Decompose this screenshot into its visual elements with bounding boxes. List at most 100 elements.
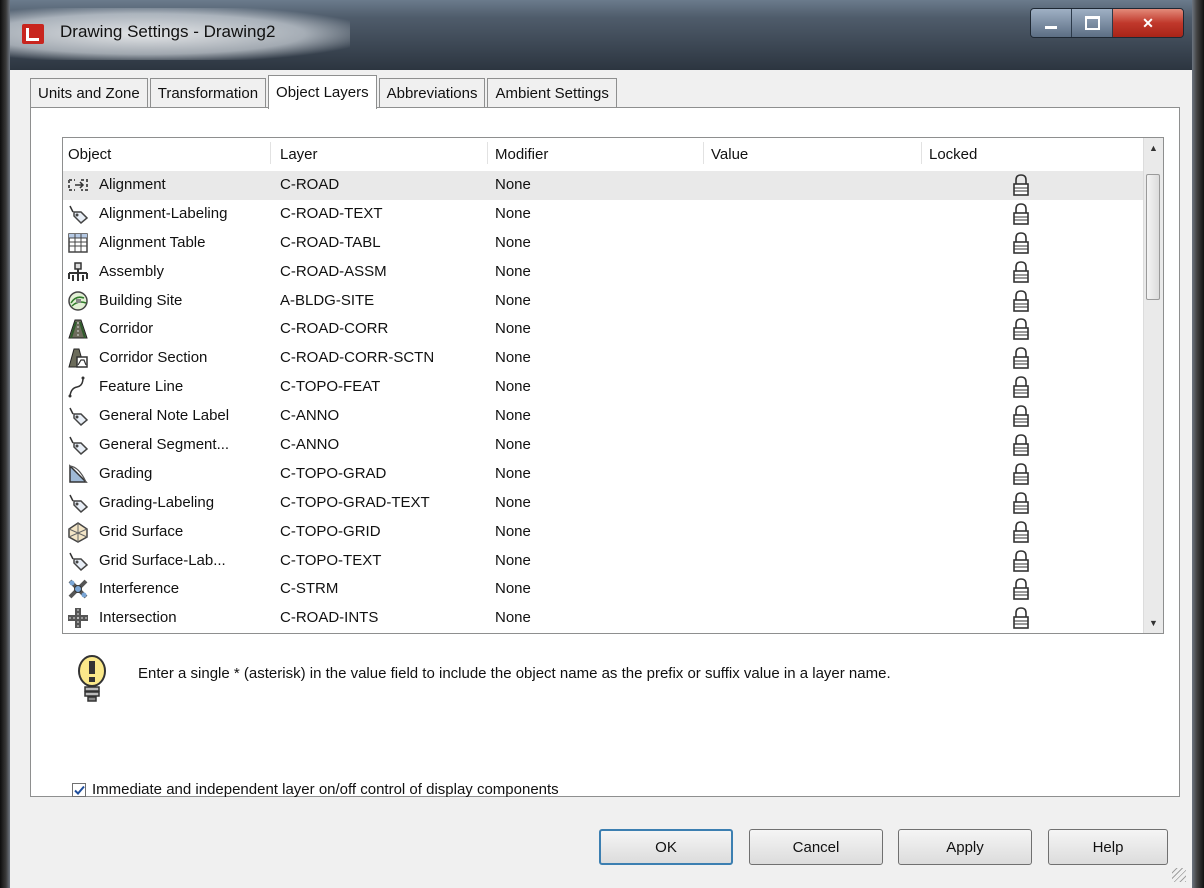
lock-icon[interactable] [1011,433,1031,457]
column-divider[interactable] [921,142,922,164]
modifier-cell[interactable]: None [495,609,531,626]
table-row[interactable]: Grid Surface C-TOPO-GRID None [63,518,1143,547]
lock-icon[interactable] [1011,404,1031,428]
layer-cell[interactable]: C-ROAD-TABL [280,234,381,251]
layer-cell[interactable]: C-ANNO [280,436,339,453]
object-cell[interactable]: General Segment... [99,436,229,453]
tab-object-layers[interactable]: Object Layers [268,75,377,109]
lock-icon[interactable] [1011,317,1031,341]
modifier-cell[interactable]: None [495,465,531,482]
object-cell[interactable]: Assembly [99,263,164,280]
table-row[interactable]: Feature Line C-TOPO-FEAT None [63,373,1143,402]
modifier-cell[interactable]: None [495,176,531,193]
table-row[interactable]: Intersection C-ROAD-INTS None [63,604,1143,633]
lock-icon[interactable] [1011,260,1031,284]
table-row[interactable]: Alignment Table C-ROAD-TABL None [63,229,1143,258]
table-row[interactable]: Grid Surface-Lab... C-TOPO-TEXT None [63,547,1143,576]
column-header-layer[interactable]: Layer [280,146,318,163]
object-layers-table[interactable]: Object Layer Modifier Value Locked Align… [62,137,1164,634]
layer-cell[interactable]: C-STRM [280,580,338,597]
column-divider[interactable] [703,142,704,164]
table-row[interactable]: General Note Label C-ANNO None [63,402,1143,431]
minimize-button[interactable] [1031,9,1071,37]
cancel-button[interactable]: Cancel [749,829,883,865]
lock-icon[interactable] [1011,520,1031,544]
table-row[interactable]: Assembly C-ROAD-ASSM None [63,258,1143,287]
modifier-cell[interactable]: None [495,205,531,222]
tab-units-and-zone[interactable]: Units and Zone [30,78,148,108]
column-divider[interactable] [270,142,271,164]
maximize-button[interactable] [1071,9,1112,37]
layer-cell[interactable]: C-TOPO-GRAD-TEXT [280,494,430,511]
column-header-object[interactable]: Object [68,146,111,163]
table-row[interactable]: Alignment C-ROAD None [63,171,1143,200]
object-cell[interactable]: Alignment Table [99,234,205,251]
object-cell[interactable]: Intersection [99,609,177,626]
modifier-cell[interactable]: None [495,292,531,309]
lock-icon[interactable] [1011,202,1031,226]
layer-cell[interactable]: C-ROAD-TEXT [280,205,383,222]
layer-cell[interactable]: A-BLDG-SITE [280,292,374,309]
table-row[interactable]: Building Site A-BLDG-SITE None [63,287,1143,316]
tab-abbreviations[interactable]: Abbreviations [378,78,486,108]
modifier-cell[interactable]: None [495,349,531,366]
layer-cell[interactable]: C-ROAD [280,176,339,193]
object-cell[interactable]: Alignment [99,176,166,193]
resize-grip-icon[interactable] [1172,868,1186,882]
layer-cell[interactable]: C-TOPO-TEXT [280,552,381,569]
title-bar[interactable]: Drawing Settings - Drawing2 ✕ [0,0,1204,70]
modifier-cell[interactable]: None [495,407,531,424]
column-header-value[interactable]: Value [711,146,748,163]
tab-ambient-settings[interactable]: Ambient Settings [487,78,617,108]
lock-icon[interactable] [1011,606,1031,630]
lock-icon[interactable] [1011,577,1031,601]
column-divider[interactable] [487,142,488,164]
scroll-up-arrow-icon[interactable]: ▲ [1144,138,1163,158]
modifier-cell[interactable]: None [495,234,531,251]
modifier-cell[interactable]: None [495,494,531,511]
table-row[interactable]: Corridor C-ROAD-CORR None [63,315,1143,344]
object-cell[interactable]: Building Site [99,292,182,309]
layer-cell[interactable]: C-ROAD-CORR-SCTN [280,349,434,366]
lock-icon[interactable] [1011,173,1031,197]
modifier-cell[interactable]: None [495,523,531,540]
object-cell[interactable]: Corridor [99,320,153,337]
vertical-scrollbar[interactable]: ▲ ▼ [1143,138,1163,633]
lock-icon[interactable] [1011,375,1031,399]
modifier-cell[interactable]: None [495,263,531,280]
close-button[interactable]: ✕ [1112,9,1183,37]
layer-cell[interactable]: C-ROAD-CORR [280,320,388,337]
layer-cell[interactable]: C-ROAD-INTS [280,609,378,626]
help-button[interactable]: Help [1048,829,1168,865]
app-icon[interactable] [22,24,44,44]
lock-icon[interactable] [1011,231,1031,255]
layer-cell[interactable]: C-TOPO-GRID [280,523,381,540]
immediate-layer-control-label[interactable]: Immediate and independent layer on/off c… [92,781,559,798]
object-cell[interactable]: Grid Surface-Lab... [99,552,226,569]
table-row[interactable]: Grading C-TOPO-GRAD None [63,460,1143,489]
modifier-cell[interactable]: None [495,552,531,569]
immediate-layer-control-checkbox[interactable] [72,783,86,797]
column-header-modifier[interactable]: Modifier [495,146,548,163]
scrollbar-thumb[interactable] [1146,174,1160,300]
modifier-cell[interactable]: None [495,580,531,597]
object-cell[interactable]: Feature Line [99,378,183,395]
object-cell[interactable]: Grading [99,465,152,482]
object-cell[interactable]: Grading-Labeling [99,494,214,511]
lock-icon[interactable] [1011,462,1031,486]
lock-icon[interactable] [1011,549,1031,573]
table-row[interactable]: Interference C-STRM None [63,575,1143,604]
tab-transformation[interactable]: Transformation [149,78,267,108]
modifier-cell[interactable]: None [495,320,531,337]
table-row[interactable]: Alignment-Labeling C-ROAD-TEXT None [63,200,1143,229]
lock-icon[interactable] [1011,289,1031,313]
layer-cell[interactable]: C-ANNO [280,407,339,424]
lock-icon[interactable] [1011,491,1031,515]
layer-cell[interactable]: C-TOPO-GRAD [280,465,386,482]
layer-cell[interactable]: C-ROAD-ASSM [280,263,387,280]
apply-button[interactable]: Apply [898,829,1032,865]
table-row[interactable]: Corridor Section C-ROAD-CORR-SCTN None [63,344,1143,373]
object-cell[interactable]: Interference [99,580,179,597]
object-cell[interactable]: General Note Label [99,407,229,424]
column-header-locked[interactable]: Locked [929,146,977,163]
